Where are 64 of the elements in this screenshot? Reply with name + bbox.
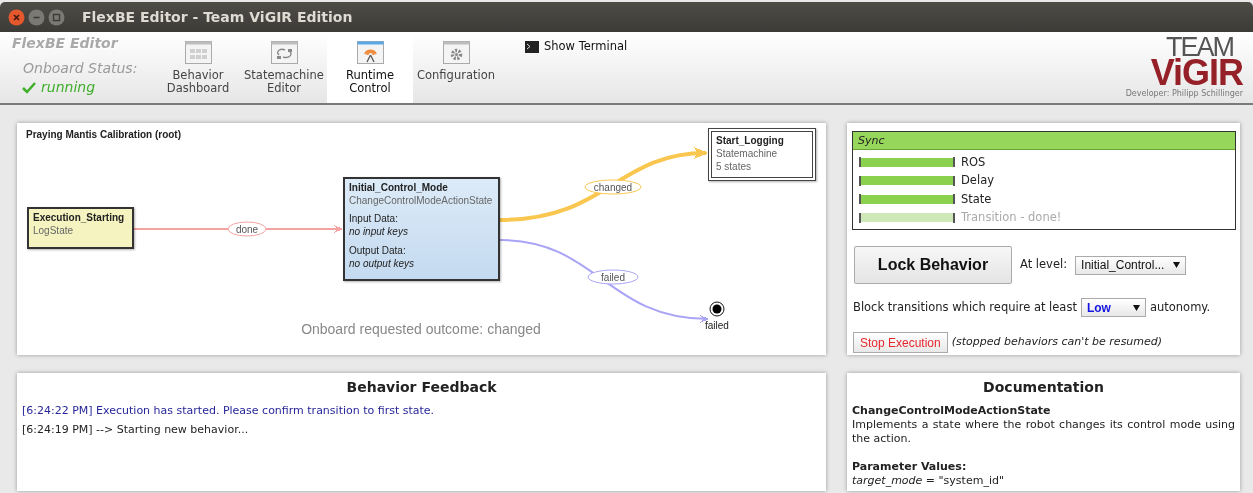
parameters-heading: Parameter Values: [852,460,968,474]
window-title: FlexBE Editor - Team ViGIR Edition [82,7,353,27]
lock-behavior-button[interactable]: Lock Behavior [854,246,1012,284]
check-icon [22,81,36,94]
stop-execution-button[interactable]: Stop Execution [853,332,948,353]
node-detail: 5 states [716,160,753,173]
sync-label: State [961,190,992,208]
status-value: running [41,78,96,97]
maximize-button[interactable] [48,8,65,26]
node-label: Input Data: [349,212,399,225]
transition-label[interactable]: done [227,221,267,237]
terminal-icon [525,41,539,53]
panel-title: Documentation [982,378,1105,397]
node-name: Execution_Starting [33,211,126,224]
sync-label: Delay [961,172,994,190]
sync-label: Transition - done! [961,209,1062,227]
developer-credit: Developer: Philipp Schillinger [1125,88,1243,100]
sync-label: ROS [961,153,986,171]
log-message: [6:24:19 PM] --> Starting new behavior... [21,424,250,436]
parameter-value: target_mode = "system_id" [852,474,1005,488]
diagram-title: Praying Mantis Calibration (root) [26,128,181,142]
statemachine-node[interactable]: Start_Logging Statemachine 5 states [708,128,816,181]
autonomy-label: autonomy. [1149,298,1211,316]
log-message: [6:24:22 PM] Execution has started. Please confirm transition to first state. [21,405,436,417]
outcome-marker[interactable] [709,301,725,317]
state-node[interactable]: Execution_Starting LogState [27,207,134,249]
autonomy-dropdown[interactable]: Low [1080,298,1146,317]
show-terminal-button[interactable]: Show Terminal [525,39,628,55]
dashboard-icon [184,41,212,64]
state-class-name: ChangeControlModeActionState [852,404,1052,418]
tab[interactable]: Configuration [413,32,499,103]
state-node[interactable]: Initial_Control_Mode ChangeControlModeActionState Input Data: no input keys Output Data: no output keys [343,177,500,281]
outcome-message: Onboard requested outcome: changed [300,320,542,339]
sync-header: Sync [853,132,1235,150]
node-value: no input keys [349,225,409,238]
statemachine-icon [270,41,298,64]
node-label: Output Data: [349,244,407,257]
logo-text: TEAM [1166,36,1233,58]
node-class: ChangeControlModeActionState [349,194,494,207]
logo-text: ViGIR [1150,58,1243,88]
status-label: Onboard Status: [23,59,139,77]
node-name: Initial_Control_Mode [349,181,449,194]
close-button[interactable] [8,8,25,26]
minimize-button[interactable] [28,8,45,26]
tab[interactable]: Statemachine Editor [241,32,327,103]
stop-note: (stopped behaviors can't be resumed) [951,334,1163,351]
state-description: Implements a state where the robot changes its control mode using the action. [852,418,1235,446]
caret-icon [1132,304,1140,311]
gear-icon [442,41,470,64]
node-value: no output keys [349,257,416,270]
level-label: At level: [1020,256,1068,274]
node-class: Statemachine [716,147,779,160]
app-name: FlexBE Editor [12,34,118,52]
antenna-icon [356,41,384,64]
transition-label[interactable]: failed [587,269,639,285]
level-dropdown[interactable]: Initial_Control... [1075,255,1187,275]
node-name: Start_Logging [716,134,785,147]
caret-icon [1173,262,1181,268]
tab[interactable]: Behavior Dashboard [155,32,241,103]
block-transitions-label: Block transitions which require at least [853,298,1077,316]
outcome-label: failed [705,319,729,333]
panel-title: Behavior Feedback [345,378,498,397]
transition-label[interactable]: changed [584,179,642,195]
node-class: LogState [33,224,75,237]
